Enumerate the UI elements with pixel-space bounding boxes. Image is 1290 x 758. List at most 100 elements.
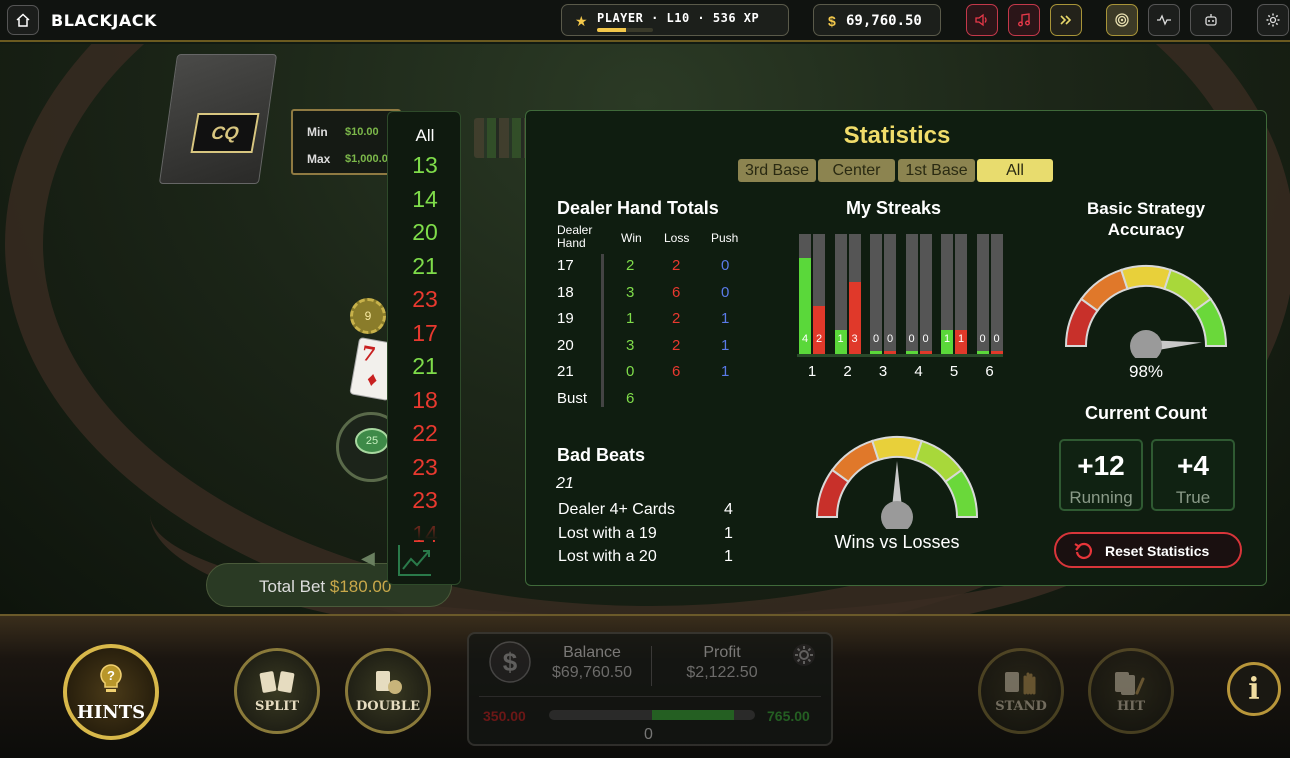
hints-label: HINTS [76,701,146,723]
range-high-value: 765.00 [767,708,810,724]
streak-length-label: 5 [949,363,959,380]
pulse-icon [1157,14,1171,26]
chart-toggle-button[interactable] [397,543,433,582]
collapse-arrow-icon[interactable]: ◀ [361,548,375,569]
history-item: 21 [412,353,438,379]
bad-beat-label: Dealer 4+ Cards [558,501,675,518]
dealer-hand-value: 21 [557,363,574,380]
range-current-value: 0 [644,726,653,743]
wins-gauge-hub [881,501,913,529]
streak-length-label: 2 [843,363,852,380]
streak-win-count: 1 [837,333,844,345]
split-button[interactable]: SPLIT [234,648,320,734]
history-item: 23 [412,286,438,312]
card-rank: 7 [359,340,378,367]
streak-length-label: 3 [878,363,888,380]
info-icon: i [1248,671,1260,707]
double-button[interactable]: DOUBLE [345,648,431,734]
settings-button[interactable] [1257,4,1289,36]
balance-amount: $69,760.50 [551,664,633,681]
target-icon [1115,13,1129,27]
streak-win-count: 0 [908,333,915,345]
running-count-value: +12 [1077,450,1125,481]
bad-beat-value: 1 [724,524,733,542]
hand-history-panel[interactable]: All 131420212317211822232314 [387,111,461,585]
win-count: 0 [626,363,635,380]
bad-beat-label: Lost with a 19 [558,524,657,542]
music-icon [1018,13,1030,27]
bet-chip[interactable]: 25 [355,428,389,454]
streak-win-count: 1 [943,333,951,345]
statistics-title: Statistics [843,122,951,149]
current-count-title: Current Count [1085,403,1207,423]
min-label: Min [307,125,328,139]
stand-button[interactable]: STAND [978,648,1064,734]
history-item: 14 [412,185,438,212]
table-divider [601,254,604,407]
max-label: Max [307,152,331,166]
gear-icon[interactable] [791,642,817,668]
accuracy-gauge-segment [1079,268,1129,313]
tab-3rd-base[interactable]: 3rd Base [738,159,816,182]
split-cards-icon [259,670,295,693]
pulse-button[interactable] [1148,4,1180,36]
hit-label: HIT [1116,698,1146,714]
true-count-box: +4 True [1151,439,1235,511]
balance-pill[interactable]: $ 69,760.50 [813,4,941,36]
accuracy-gauge-hub [1130,330,1162,358]
panel-divider [479,696,821,697]
streak-loss-count: 1 [957,333,965,345]
total-bet-value: $180.00 [329,577,392,596]
loss-count: 2 [672,336,681,354]
loss-count: 2 [672,310,681,327]
wins-vs-losses-label: Wins vs Losses [834,532,960,552]
svg-text:$: $ [503,647,518,677]
balance-profit-panel: $ Balance $69,760.50 Profit $2,122.50 35… [467,632,833,746]
target-button[interactable] [1106,4,1138,36]
streak-win-count: 4 [801,333,809,345]
loss-count: 6 [672,283,681,301]
robot-button[interactable] [1190,4,1232,36]
history-fade [388,508,460,540]
info-button[interactable]: i [1227,662,1281,716]
hit-button[interactable]: HIT [1088,648,1174,734]
bad-beats-title: Bad Beats [557,445,646,465]
line-chart-icon [398,545,431,576]
music-button[interactable] [1008,4,1040,36]
reset-statistics-button[interactable]: Reset Statistics [1054,532,1242,568]
win-count: 3 [626,283,635,301]
fast-forward-button[interactable] [1050,4,1082,36]
profit-amount: $2,122.50 [686,664,758,681]
sound-button[interactable] [966,4,998,36]
wins-gauge-segment [830,439,880,484]
history-filter[interactable]: All [388,126,460,146]
xp-progress-bar [597,28,653,32]
split-label: SPLIT [254,698,300,714]
streak-length-label: 1 [807,363,817,380]
table-limits: Min $10.00 Max $1,000.00 [291,109,401,175]
history-item: 17 [412,319,438,346]
double-label: DOUBLE [356,698,420,714]
hand-stop-icon [1005,671,1036,694]
hints-button[interactable]: ? HINTS [63,644,159,740]
history-item: 22 [412,420,438,446]
col-win: Win [621,231,642,245]
true-count-value: +4 [1177,450,1209,481]
streak-win-count: 0 [979,333,986,345]
diamond-icon: ♦ [365,368,380,392]
accuracy-value: 98% [1128,362,1164,381]
lightbulb-icon: ? [100,663,122,692]
tab-all[interactable]: All [977,159,1053,182]
player-level-pill[interactable]: ★ PLAYER · L10 · 536 XP [561,4,789,36]
hand-tap-icon [1115,671,1145,695]
dealer-hand-value: 17 [557,257,574,274]
streak-loss-count: 0 [993,333,1000,345]
push-count: 1 [721,363,730,380]
tab-center[interactable]: Center [818,159,895,182]
streak-loss-count: 3 [851,333,858,345]
dealer-hand-value: 18 [557,283,574,301]
home-button[interactable] [7,5,39,35]
push-count: 1 [721,336,730,354]
tab-1st-base[interactable]: 1st Base [898,159,975,182]
loss-count: 2 [672,257,681,274]
